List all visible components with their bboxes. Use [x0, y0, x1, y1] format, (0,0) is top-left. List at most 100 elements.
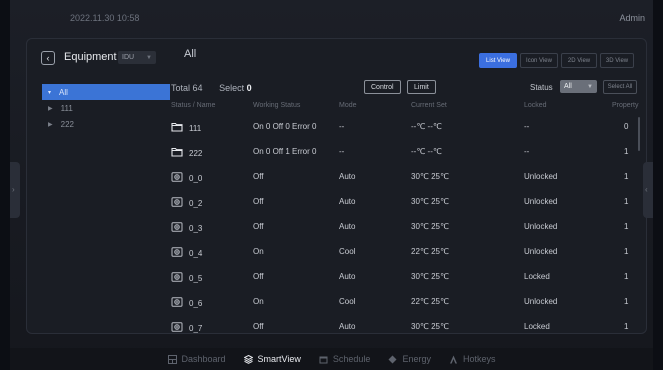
device-name: 222	[189, 148, 203, 158]
current-set-cell: 22℃ 25℃	[411, 247, 449, 256]
nav-dashboard[interactable]: Dashboard	[167, 354, 226, 364]
nav-label: Hotkeys	[462, 354, 496, 364]
status-select[interactable]: All ▼	[560, 80, 597, 93]
current-set-cell: 30℃ 25℃	[411, 222, 449, 231]
nav-label: Dashboard	[181, 354, 226, 364]
indoor-unit-icon	[171, 322, 183, 334]
nav-hotkeys[interactable]: Hotkeys	[449, 354, 496, 364]
nav-label: SmartView	[257, 354, 301, 364]
caret-down-icon: ▾	[48, 89, 52, 96]
name-cell: 111	[171, 122, 201, 134]
select-label: Select	[219, 83, 245, 93]
tab-list-view[interactable]: List View	[479, 53, 517, 68]
device-name: 0_3	[189, 223, 203, 233]
nav-label: Energy	[402, 354, 431, 364]
bottom-nav: Dashboard SmartView Schedule Energy Hotkeys	[10, 348, 653, 370]
table-row[interactable]: 0_7 Off Auto 30℃ 25℃ Locked 1	[171, 317, 641, 342]
tab-2d-view[interactable]: 2D View	[561, 53, 597, 68]
selection-summary: Total 64 Select 0	[171, 83, 252, 93]
group-tree: ▾ All ▶ 111 ▶ 222	[42, 84, 170, 132]
hotkeys-icon	[449, 355, 458, 364]
control-button[interactable]: Control	[364, 80, 401, 94]
table-header: Status / Name Working Status Mode Curren…	[171, 102, 641, 114]
property-cell: 1	[624, 322, 629, 331]
table-row[interactable]: 0_0 Off Auto 30℃ 25℃ Unlocked 1	[171, 167, 641, 192]
mode-cell: Auto	[339, 272, 356, 281]
device-name: 0_0	[189, 173, 203, 183]
chevron-left-icon: ‹	[645, 185, 648, 194]
col-mode: Mode	[339, 102, 357, 109]
table-body: 111 On 0 Off 0 Error 0 -- --℃ --℃ -- 0 222 On 0…	[171, 117, 641, 342]
caret-down-icon: ▼	[587, 83, 593, 90]
nav-energy[interactable]: Energy	[388, 354, 431, 364]
right-drawer-handle[interactable]: ‹	[643, 162, 653, 218]
mode-cell: Auto	[339, 172, 356, 181]
table-row[interactable]: 0_4 On Cool 22℃ 25℃ Unlocked 1	[171, 242, 641, 267]
back-button[interactable]: ‹	[41, 51, 55, 65]
indoor-unit-icon	[171, 172, 183, 184]
mode-cell: Cool	[339, 247, 356, 256]
folder-icon	[171, 122, 183, 134]
current-set-cell: 30℃ 25℃	[411, 197, 449, 206]
mode-cell: Auto	[339, 222, 356, 231]
tab-icon-view[interactable]: Icon View	[520, 53, 558, 68]
col-current-set: Current Set	[411, 102, 447, 109]
working-status-cell: Off	[253, 222, 264, 231]
mode-cell: Cool	[339, 297, 356, 306]
page-heading: All	[184, 48, 197, 60]
caret-right-icon: ▶	[48, 121, 53, 128]
locked-cell: --	[524, 122, 530, 131]
table-row[interactable]: 222 On 0 Off 1 Error 0 -- --℃ --℃ -- 1	[171, 142, 641, 167]
limit-button[interactable]: Limit	[407, 80, 436, 94]
working-status-cell: Off	[253, 197, 264, 206]
chevron-right-icon: ›	[12, 185, 15, 194]
table-row[interactable]: 0_3 Off Auto 30℃ 25℃ Unlocked 1	[171, 217, 641, 242]
property-cell: 1	[624, 297, 629, 306]
schedule-icon	[319, 355, 328, 364]
locked-cell: Unlocked	[524, 172, 558, 181]
locked-cell: Unlocked	[524, 222, 558, 231]
current-set-cell: 22℃ 25℃	[411, 297, 449, 306]
current-set-cell: --℃ --℃	[411, 122, 442, 131]
total-label: Total	[171, 83, 191, 93]
top-bar: 2022.11.30 10:58 Admin	[10, 0, 653, 36]
device-name: 0_2	[189, 198, 203, 208]
nav-label: Schedule	[332, 354, 371, 364]
tree-item-label: 111	[60, 103, 73, 113]
tree-item-label: All	[59, 87, 68, 97]
table-row[interactable]: 0_2 Off Auto 30℃ 25℃ Unlocked 1	[171, 192, 641, 217]
left-drawer-handle[interactable]: ›	[10, 162, 20, 218]
nav-smartview[interactable]: SmartView	[243, 354, 301, 364]
property-cell: 1	[624, 247, 629, 256]
table-row[interactable]: 0_6 On Cool 22℃ 25℃ Unlocked 1	[171, 292, 641, 317]
col-locked: Locked	[524, 102, 547, 109]
tree-item-label: 222	[60, 119, 74, 129]
tab-3d-view[interactable]: 3D View	[600, 53, 634, 68]
nav-schedule[interactable]: Schedule	[319, 354, 371, 364]
chevron-left-icon: ‹	[46, 52, 50, 63]
smartview-icon	[243, 354, 253, 364]
mode-cell: Auto	[339, 322, 356, 331]
folder-icon	[171, 147, 183, 159]
type-select[interactable]: IDU ▼	[118, 51, 156, 64]
working-status-cell: On	[253, 297, 264, 306]
property-cell: 1	[624, 197, 629, 206]
table-row[interactable]: 111 On 0 Off 0 Error 0 -- --℃ --℃ -- 0	[171, 117, 641, 142]
name-cell: 222	[171, 147, 202, 159]
select-all-button[interactable]: Select All	[603, 80, 637, 94]
user-name[interactable]: Admin	[619, 13, 645, 23]
property-cell: 1	[624, 147, 629, 156]
device-name: 0_7	[189, 323, 203, 333]
property-cell: 1	[624, 222, 629, 231]
indoor-unit-icon	[171, 247, 183, 259]
table-row[interactable]: 0_5 Off Auto 30℃ 25℃ Locked 1	[171, 267, 641, 292]
current-set-cell: 30℃ 25℃	[411, 272, 449, 281]
tree-item-111[interactable]: ▶ 111	[42, 100, 170, 116]
equipment-title: Equipment	[64, 51, 117, 63]
name-cell: 0_7	[171, 322, 202, 334]
tree-item-all[interactable]: ▾ All	[42, 84, 170, 100]
scrollbar[interactable]	[638, 117, 640, 151]
mode-cell: --	[339, 122, 345, 131]
name-cell: 0_0	[171, 172, 202, 184]
tree-item-222[interactable]: ▶ 222	[42, 116, 170, 132]
